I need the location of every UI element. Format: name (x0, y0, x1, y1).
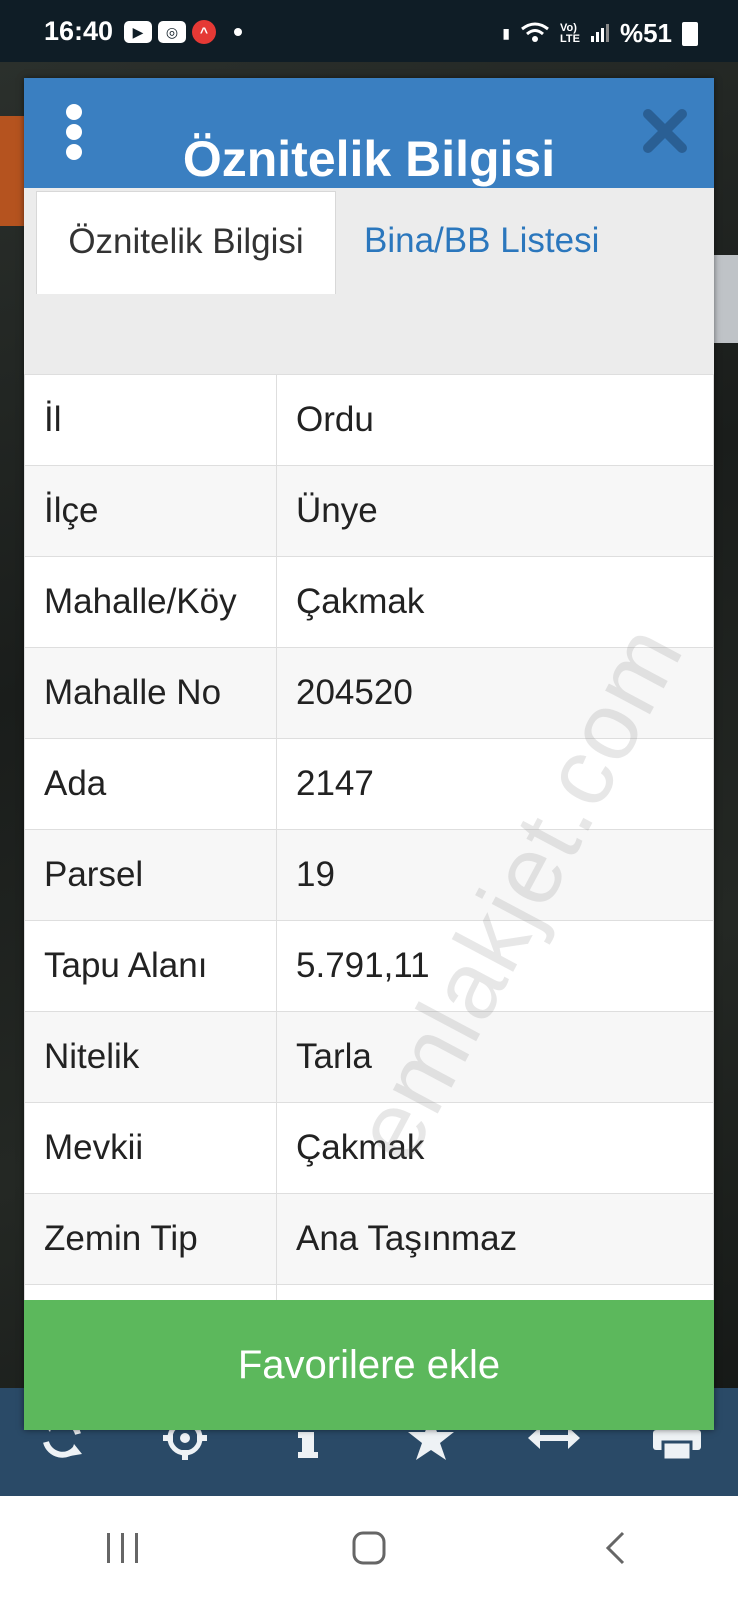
signal-icon (590, 22, 610, 45)
tab-attribute-info[interactable]: Öznitelik Bilgisi (36, 191, 336, 294)
recents-icon[interactable] (83, 1518, 163, 1578)
dialog-header: Öznitelik Bilgisi (24, 78, 714, 188)
dialog-title: Öznitelik Bilgisi (182, 131, 556, 187)
attribute-value: Çakmak (276, 1102, 714, 1194)
attribute-label: Mevkii (24, 1102, 277, 1194)
attribute-value: 19 (276, 829, 714, 921)
attribute-label: Nitelik (24, 1011, 277, 1103)
attribute-value: Ünye (276, 465, 714, 557)
attribute-label: Zemin Tip (24, 1193, 277, 1285)
app-notification-icon: ^ (192, 20, 216, 44)
system-nav-bar (0, 1496, 738, 1600)
attribute-value: 5.791,11 (276, 920, 714, 1012)
home-icon[interactable] (329, 1518, 409, 1578)
status-bar: 16:40 ▶ ◎ ^ ▮ Vo) LTE %51 (0, 0, 738, 62)
attribute-label: Mahalle No (24, 647, 277, 739)
table-row: İlçe Ünye (24, 465, 714, 557)
attribute-label: İlçe (24, 465, 277, 557)
table-row: İl Ordu (24, 374, 714, 466)
close-icon[interactable] (642, 108, 688, 154)
attribute-label: Ada (24, 738, 277, 830)
table-row: Parsel 19 (24, 829, 714, 921)
table-row: Mahalle No 204520 (24, 647, 714, 739)
chrome-icon: ◎ (158, 21, 186, 43)
attribute-value: Ana Taşınmaz (276, 1193, 714, 1285)
table-row: Mevkii Çakmak (24, 1102, 714, 1194)
battery-saver-icon: ▮ (502, 25, 510, 41)
wifi-icon (520, 21, 550, 46)
system-icons: ▮ Vo) LTE %51 (502, 18, 698, 49)
attribute-value: Çakmak (276, 556, 714, 648)
attribute-value: 204520 (276, 647, 714, 739)
table-row: Mahalle/Köy Çakmak (24, 556, 714, 648)
more-notifications-icon (234, 28, 242, 36)
attribute-value: Tarla (276, 1011, 714, 1103)
attribute-info-dialog: Öznitelik Bilgisi Öznitelik Bilgisi Bina… (24, 78, 714, 1430)
attribute-label: Tapu Alanı (24, 920, 277, 1012)
add-to-favorites-button[interactable]: Favorilere ekle (24, 1300, 714, 1430)
volte-icon: Vo) LTE (559, 21, 580, 45)
map-side-control[interactable] (710, 255, 738, 343)
table-row: Ada 2147 (24, 738, 714, 830)
attribute-label: Parsel (24, 829, 277, 921)
table-row: Tapu Alanı 5.791,11 (24, 920, 714, 1012)
table-row: Zemin Tip Ana Taşınmaz (24, 1193, 714, 1285)
battery-icon (682, 21, 698, 46)
table-row: Nitelik Tarla (24, 1011, 714, 1103)
youtube-icon: ▶ (124, 21, 152, 43)
attribute-value: 2147 (276, 738, 714, 830)
attribute-value: Ordu (276, 374, 714, 466)
notification-icons: ▶ ◎ ^ (124, 20, 242, 44)
battery-percent: %51 (619, 18, 672, 48)
attribute-label: İl (24, 374, 277, 466)
attribute-label: Mahalle/Köy (24, 556, 277, 648)
attribute-table: İl Ordu İlçe Ünye Mahalle/Köy Çakmak Mahalle N… (24, 374, 714, 1368)
tab-building-list[interactable]: Bina/BB Listesi (354, 191, 609, 293)
back-icon[interactable] (575, 1518, 655, 1578)
status-time: 16:40 (44, 16, 114, 46)
